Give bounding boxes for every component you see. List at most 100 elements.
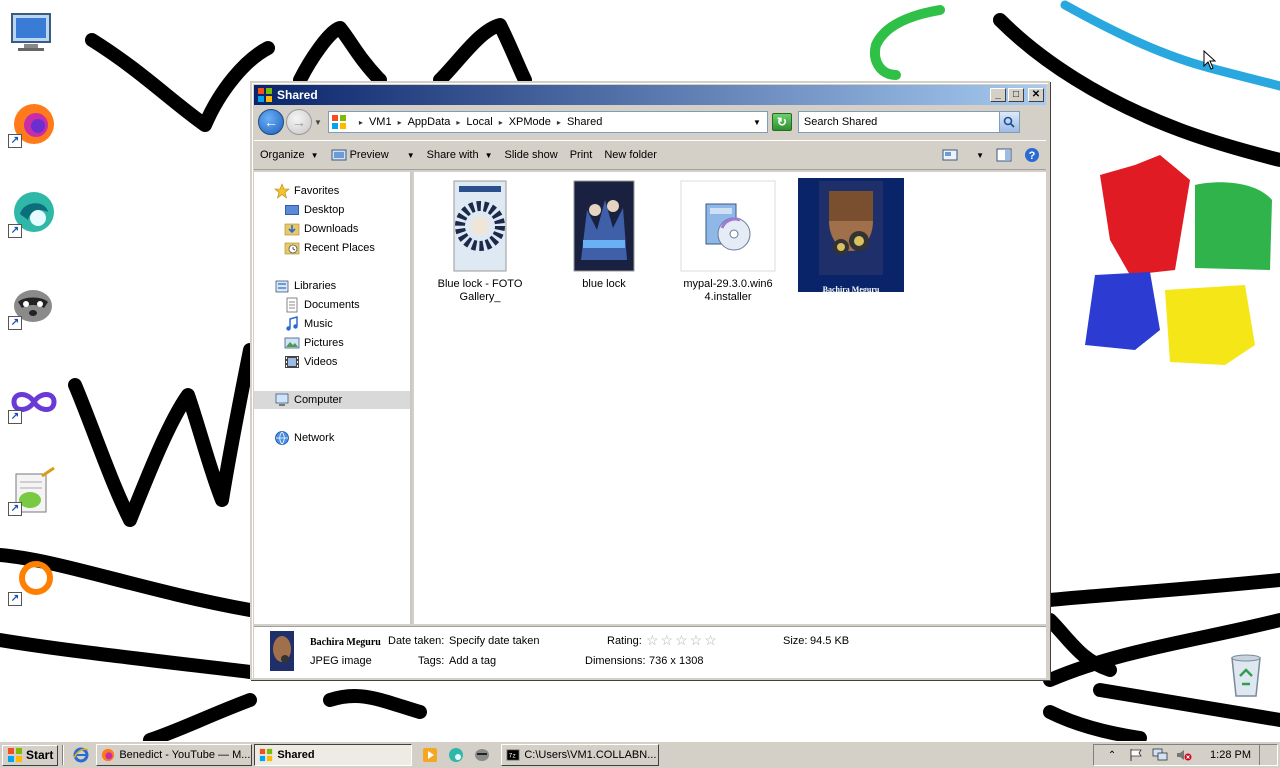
preview-button[interactable]: Preview bbox=[325, 144, 395, 166]
nav-pictures[interactable]: Pictures bbox=[284, 334, 344, 352]
nav-downloads-label: Downloads bbox=[304, 223, 359, 235]
explorer-window: Shared _ □ ✕ ← → ▼ ▸ VM1 ▸ AppData ▸ Loc… bbox=[250, 81, 1050, 680]
minimize-button[interactable]: _ bbox=[990, 88, 1006, 102]
nav-computer[interactable]: Computer bbox=[254, 391, 410, 409]
back-button[interactable]: ← bbox=[258, 109, 284, 135]
image-thumbnail-icon bbox=[573, 180, 635, 272]
view-icon bbox=[942, 149, 958, 161]
rating-stars[interactable]: ☆☆☆☆☆ bbox=[646, 632, 719, 649]
notepad-plus-plus-shortcut[interactable]: ↗ bbox=[6, 466, 58, 518]
internet-explorer-icon bbox=[73, 747, 89, 763]
nav-desktop-label: Desktop bbox=[304, 204, 345, 216]
selected-file-thumbnail-icon bbox=[270, 631, 294, 671]
back-arrow-icon: ← bbox=[264, 114, 278, 130]
address-dropdown-icon[interactable]: ▼ bbox=[753, 118, 761, 127]
details-tags-value[interactable]: Add a tag bbox=[449, 655, 496, 667]
preview-pane-button[interactable] bbox=[990, 144, 1018, 166]
nav-favorites[interactable]: Favorites bbox=[274, 182, 339, 200]
nav-documents-label: Documents bbox=[304, 299, 360, 311]
address-bar[interactable]: ▸ VM1 ▸ AppData ▸ Local ▸ XPMode ▸ Share… bbox=[327, 111, 768, 133]
breadcrumb-chevron-icon[interactable]: ▸ bbox=[499, 118, 503, 127]
file-item-blue-lock[interactable]: blue lock bbox=[554, 180, 654, 291]
help-button[interactable]: ? bbox=[1018, 144, 1046, 166]
nav-downloads[interactable]: Downloads bbox=[284, 220, 358, 238]
close-button[interactable]: ✕ bbox=[1028, 88, 1044, 102]
raccoon-app-shortcut[interactable]: ↗ bbox=[6, 280, 58, 332]
organize-label: Organize bbox=[260, 149, 305, 161]
new-folder-button[interactable]: New folder bbox=[598, 144, 663, 166]
preview-dropdown[interactable]: ▼ bbox=[395, 144, 421, 166]
nav-videos[interactable]: Videos bbox=[284, 353, 337, 371]
edge-shortcut[interactable]: ↗ bbox=[6, 188, 58, 240]
search-button[interactable] bbox=[998, 112, 1019, 132]
breadcrumb-chevron-icon[interactable]: ▸ bbox=[456, 118, 460, 127]
breadcrumb-xpmode[interactable]: XPMode bbox=[509, 116, 551, 128]
system-tray: ⌃ 1:28 PM bbox=[1093, 744, 1278, 766]
nav-network[interactable]: Network bbox=[274, 429, 334, 447]
refresh-button[interactable]: ↻ bbox=[771, 113, 792, 131]
firefox-shortcut[interactable]: ↗ bbox=[6, 98, 58, 150]
file-item-bachira-meguru[interactable]: Bachira Meguru bbox=[798, 178, 904, 294]
breadcrumb: ▸ VM1 ▸ AppData ▸ Local ▸ XPMode ▸ Share… bbox=[353, 116, 603, 128]
quick-launch-media[interactable] bbox=[420, 745, 440, 765]
recycle-bin-desktop-icon[interactable] bbox=[1226, 650, 1266, 700]
breadcrumb-appdata[interactable]: AppData bbox=[408, 116, 451, 128]
music-icon bbox=[286, 316, 298, 331]
clock[interactable]: 1:28 PM bbox=[1210, 749, 1251, 761]
shortcut-arrow-icon: ↗ bbox=[8, 316, 22, 330]
task-firefox-youtube[interactable]: Benedict - YouTube — M... bbox=[96, 744, 253, 766]
chevron-down-icon: ▼ bbox=[976, 150, 984, 160]
orange-ring-app-shortcut[interactable]: ↗ bbox=[6, 556, 58, 608]
nav-music[interactable]: Music bbox=[284, 315, 333, 333]
shortcut-arrow-icon: ↗ bbox=[8, 592, 22, 606]
title-bar[interactable]: Shared _ □ ✕ bbox=[254, 85, 1046, 105]
chevron-up-icon: ⌃ bbox=[1107, 749, 1117, 761]
computer-desktop-icon[interactable] bbox=[6, 8, 58, 60]
breadcrumb-chevron-icon[interactable]: ▸ bbox=[398, 118, 402, 127]
nav-documents[interactable]: Documents bbox=[284, 296, 360, 314]
image-thumbnail-icon bbox=[819, 181, 883, 275]
nav-libraries[interactable]: Libraries bbox=[274, 277, 336, 295]
navigation-pane: Favorites Desktop Downloads Recent Place… bbox=[254, 172, 412, 624]
task-command-prompt[interactable]: 7z C:\Users\VM1.COLLABN... bbox=[501, 744, 660, 766]
show-hidden-icons-button[interactable]: ⌃ bbox=[1104, 747, 1120, 763]
thumbnail-caption: Bachira Meguru bbox=[822, 285, 880, 294]
nav-recent-places[interactable]: Recent Places bbox=[284, 239, 375, 257]
view-dropdown[interactable]: ▼ bbox=[964, 144, 990, 166]
slide-show-button[interactable]: Slide show bbox=[499, 144, 564, 166]
taskbar: Start Benedict - YouTube — M... Shared 7… bbox=[0, 741, 1280, 768]
task-label: Benedict - YouTube — M... bbox=[119, 749, 251, 761]
breadcrumb-local[interactable]: Local bbox=[466, 116, 492, 128]
view-options-button[interactable] bbox=[936, 144, 964, 166]
share-with-menu[interactable]: Share with ▼ bbox=[421, 144, 499, 166]
file-list: Blue lock - FOTO Gallery_ blue lock mypa… bbox=[414, 172, 1046, 624]
nav-pictures-label: Pictures bbox=[304, 337, 344, 349]
file-item-mypal-installer[interactable]: mypal-29.3.0.win6 4.installer bbox=[678, 180, 778, 304]
network-tray-icon[interactable] bbox=[1152, 747, 1168, 763]
breadcrumb-shared[interactable]: Shared bbox=[567, 116, 602, 128]
breadcrumb-chevron-icon[interactable]: ▸ bbox=[557, 118, 561, 127]
breadcrumb-vm1[interactable]: VM1 bbox=[369, 116, 392, 128]
breadcrumb-chevron-icon[interactable]: ▸ bbox=[359, 118, 363, 127]
search-input[interactable] bbox=[798, 113, 999, 131]
file-name: blue lock bbox=[582, 278, 626, 290]
recent-pages-dropdown[interactable]: ▼ bbox=[314, 118, 322, 127]
start-button[interactable]: Start bbox=[2, 744, 59, 766]
show-desktop-button[interactable] bbox=[1259, 745, 1271, 765]
quick-launch-edge[interactable] bbox=[446, 745, 466, 765]
forward-button[interactable]: → bbox=[286, 109, 312, 135]
visual-studio-shortcut[interactable]: ↗ bbox=[6, 374, 58, 426]
nav-desktop[interactable]: Desktop bbox=[284, 201, 344, 219]
details-date-taken-value[interactable]: Specify date taken bbox=[449, 635, 540, 647]
task-shared-explorer[interactable]: Shared bbox=[254, 744, 413, 766]
task-label: Shared bbox=[277, 749, 315, 761]
print-button[interactable]: Print bbox=[564, 144, 599, 166]
command-bar: Organize ▼ Preview ▼ Share with ▼ Slide … bbox=[254, 140, 1046, 170]
organize-menu[interactable]: Organize ▼ bbox=[254, 144, 325, 166]
maximize-button[interactable]: □ bbox=[1008, 88, 1024, 102]
quick-launch-ie[interactable] bbox=[71, 745, 91, 765]
file-item-blue-lock-foto-gallery[interactable]: Blue lock - FOTO Gallery_ bbox=[430, 180, 530, 304]
volume-tray-icon[interactable] bbox=[1176, 747, 1192, 763]
quick-launch-raccoon[interactable] bbox=[472, 745, 492, 765]
action-center-icon[interactable] bbox=[1128, 747, 1144, 763]
